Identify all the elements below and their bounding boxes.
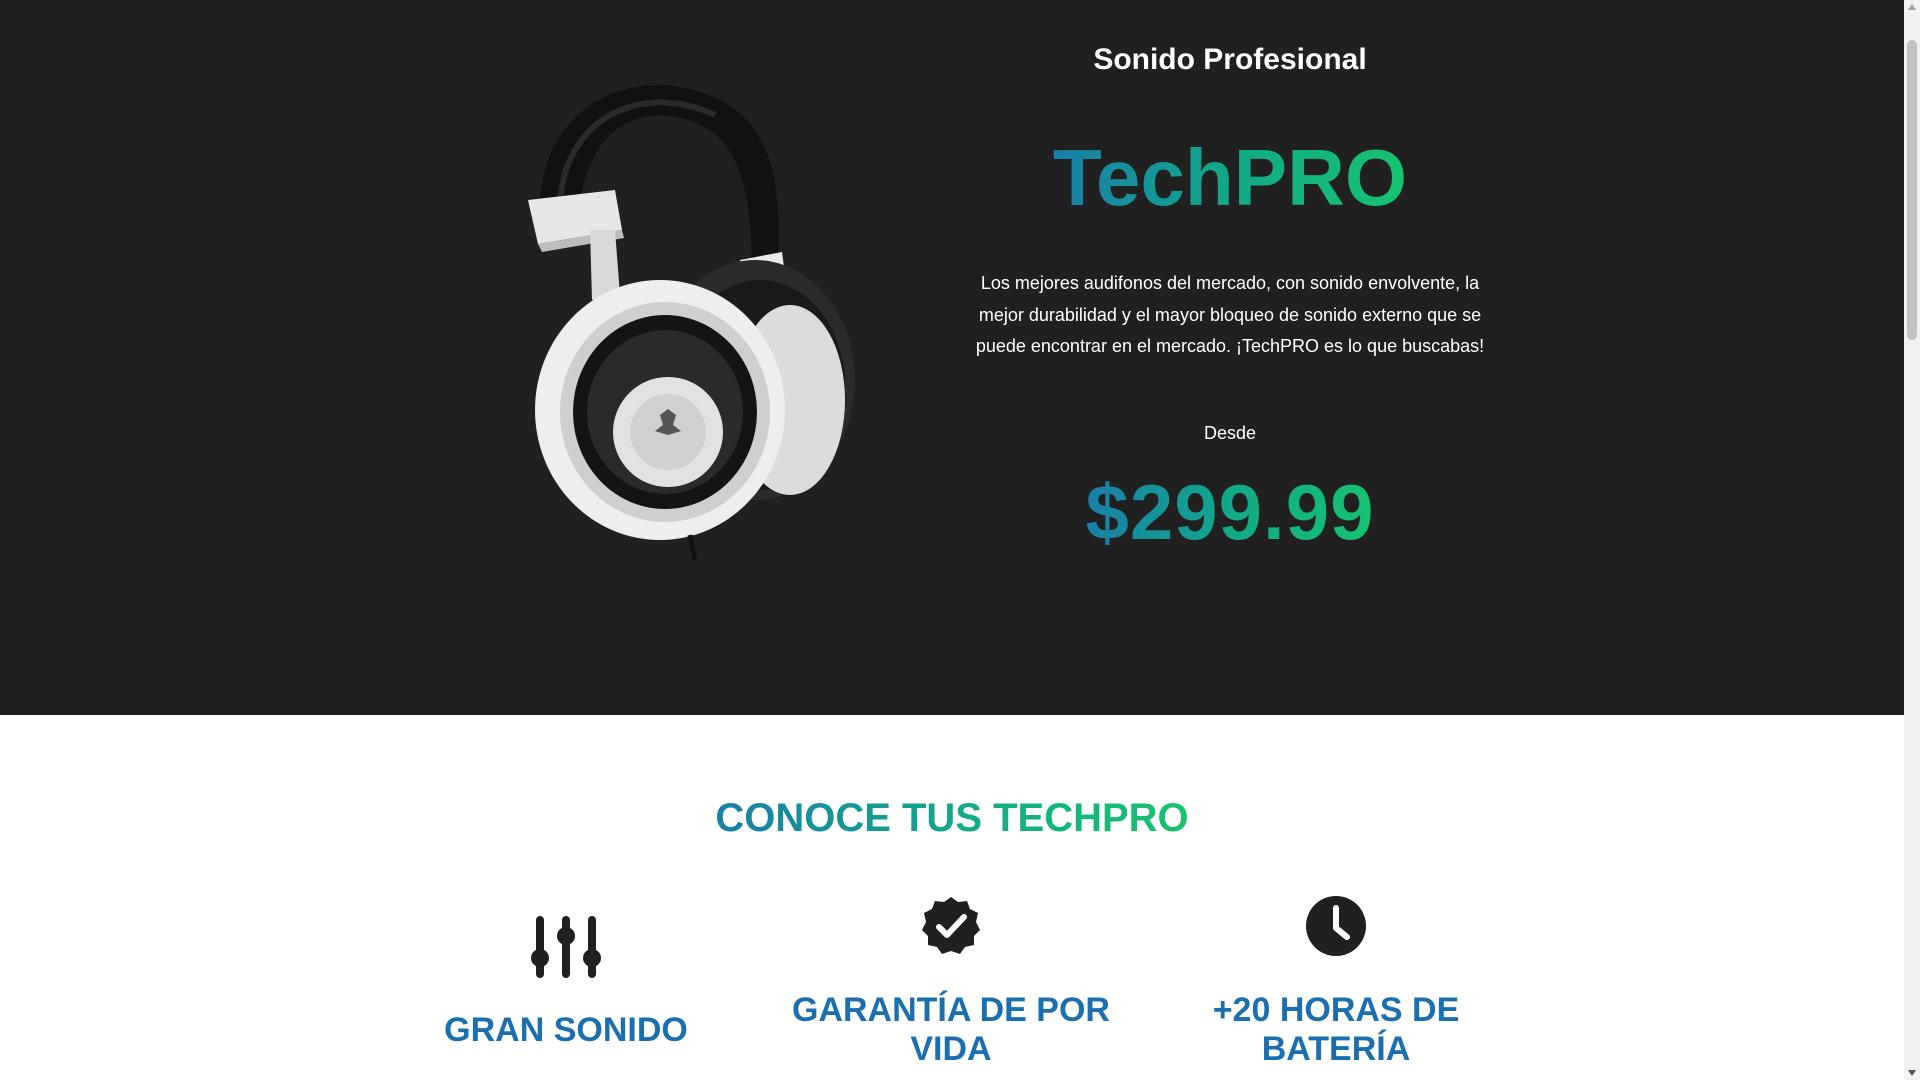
scrollbar-thumb[interactable]: [1907, 40, 1917, 340]
feature-title-warranty: GARANTÍA DE POR VIDA: [792, 991, 1110, 1068]
price-text: $299.99: [1085, 468, 1375, 556]
clock-icon: [1176, 895, 1496, 957]
brand-title: TechPRO: [950, 130, 1510, 226]
hero-description: Los mejores audifonos del mercado, con s…: [975, 273, 1485, 356]
scroll-down-arrow-icon[interactable]: [1904, 1066, 1920, 1080]
headphones-image: [528, 85, 855, 560]
hero-tagline: Sonido Profesional: [1093, 43, 1367, 76]
vertical-scrollbar[interactable]: [1904, 0, 1920, 1080]
features-title: CONOCE TUS TECHPRO: [0, 792, 1904, 844]
verified-badge-check-icon: [791, 895, 1111, 957]
price-prefix: Desde: [1203, 423, 1257, 443]
page-viewport: Sonido Profesional TechPRO Los mejores a…: [0, 0, 1904, 1080]
feature-title-battery: +20 HORAS DE BATERÍA: [1212, 991, 1460, 1068]
brand-title-text: TechPRO: [1052, 133, 1408, 222]
hero-section: Sonido Profesional TechPRO Los mejores a…: [0, 0, 1904, 715]
feature-title-sound: GRAN SONIDO: [444, 1011, 688, 1049]
price: $299.99: [950, 465, 1510, 559]
scroll-up-arrow-icon[interactable]: [1904, 0, 1920, 14]
equalizer-sliders-icon: [406, 914, 726, 980]
features-title-text: CONOCE TUS TECHPRO: [715, 796, 1189, 840]
